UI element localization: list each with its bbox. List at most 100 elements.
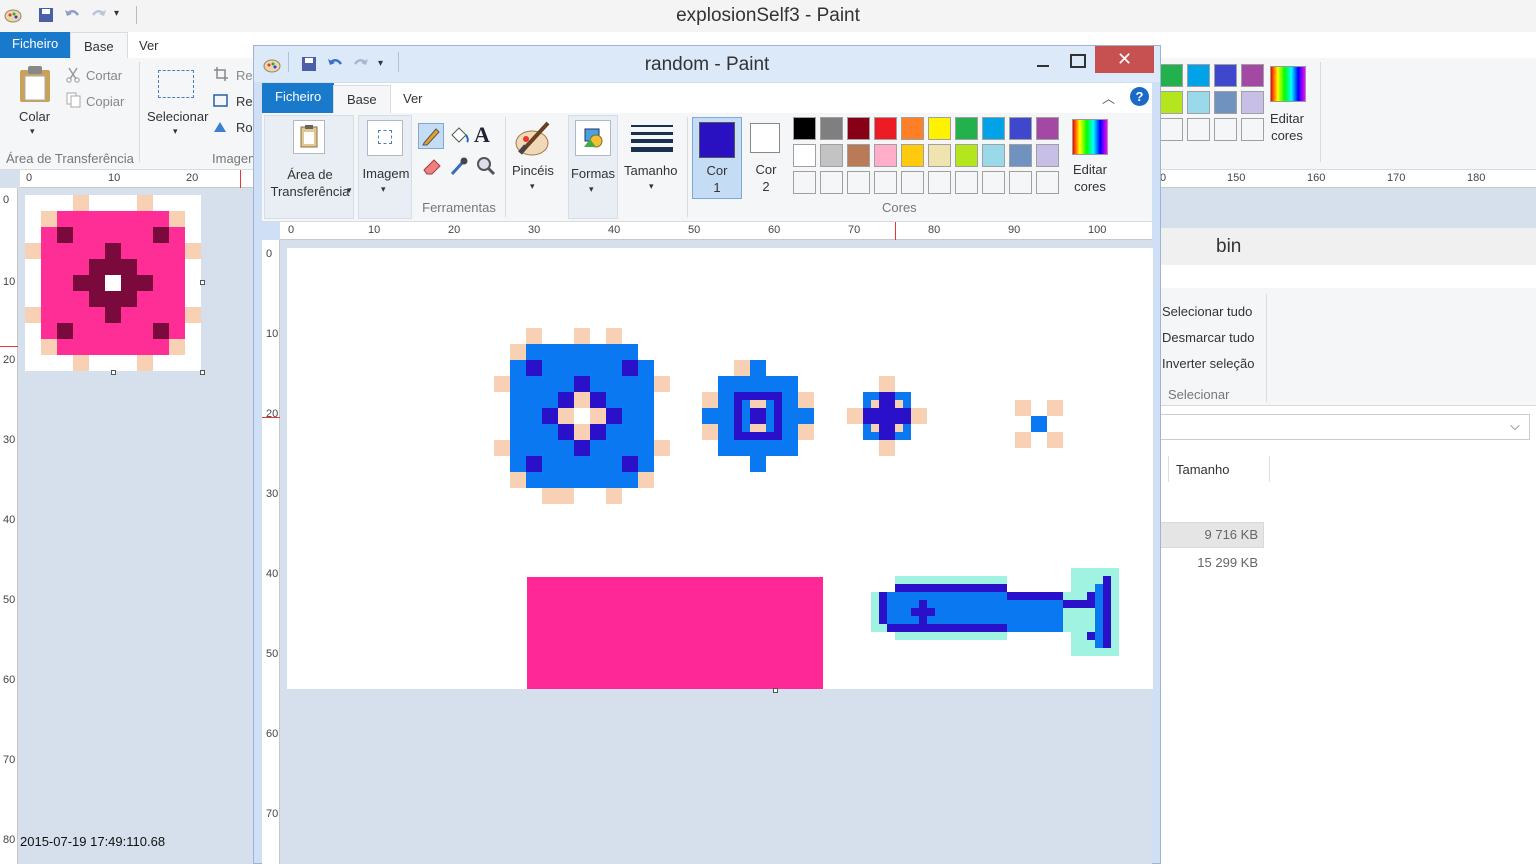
crop-icon[interactable] — [213, 66, 229, 82]
paste-dropdown-icon[interactable]: ▾ — [30, 126, 35, 137]
clipboard-dropdown-icon[interactable]: ▾ — [347, 185, 352, 196]
palette-swatch[interactable] — [1187, 64, 1210, 87]
palette-swatch[interactable] — [901, 171, 924, 194]
palette-swatch[interactable] — [874, 117, 897, 140]
resize-handle[interactable] — [200, 280, 205, 285]
address-bar[interactable] — [1158, 414, 1530, 440]
select-icon[interactable] — [158, 70, 194, 98]
deselect-all-button[interactable]: Desmarcar tudo — [1162, 330, 1254, 345]
palette-swatch[interactable] — [1187, 91, 1210, 114]
palette-swatch[interactable] — [1187, 118, 1210, 141]
rotate-icon[interactable] — [212, 118, 230, 134]
palette-swatch[interactable] — [793, 144, 816, 167]
edit-colors-icon[interactable] — [1270, 66, 1306, 102]
palette-swatch[interactable] — [1160, 118, 1183, 141]
color1-selector[interactable]: Cor 1 — [692, 117, 742, 199]
palette-swatch[interactable] — [901, 117, 924, 140]
image-dropdown-icon[interactable]: ▾ — [381, 184, 386, 195]
palette-swatch[interactable] — [1036, 144, 1059, 167]
palette-swatch[interactable] — [820, 117, 843, 140]
palette-swatch[interactable] — [955, 144, 978, 167]
select-dropdown-icon[interactable]: ▾ — [173, 126, 178, 137]
resize-handle[interactable] — [773, 688, 778, 693]
palette-swatch[interactable] — [1214, 64, 1237, 87]
clipboard-group[interactable]: Área de Transferência ▾ — [264, 115, 354, 219]
tab-home[interactable]: Base — [70, 32, 128, 58]
bg-canvas[interactable] — [25, 195, 201, 371]
help-icon[interactable]: ? — [1130, 87, 1149, 106]
select-all-button[interactable]: Selecionar tudo — [1162, 304, 1252, 319]
shapes-button[interactable]: Formas — [569, 166, 617, 181]
edit-colors-button[interactable]: Editar cores — [1270, 110, 1304, 144]
chevron-down-icon[interactable]: ⌵ — [1510, 418, 1520, 434]
palette-swatch[interactable] — [955, 117, 978, 140]
palette-swatch[interactable] — [1009, 171, 1032, 194]
crop-button[interactable]: Re — [236, 68, 253, 83]
palette-swatch[interactable] — [1009, 144, 1032, 167]
magnifier-icon[interactable] — [475, 155, 497, 177]
cut-button[interactable]: Cortar — [86, 68, 122, 83]
palette-swatch[interactable] — [1241, 91, 1264, 114]
palette-swatch[interactable] — [1214, 91, 1237, 114]
palette-swatch[interactable] — [1036, 117, 1059, 140]
palette-swatch[interactable] — [1214, 118, 1237, 141]
color2-button[interactable]: Cor 2 — [746, 161, 786, 195]
palette-swatch[interactable] — [793, 117, 816, 140]
brushes-icon[interactable] — [514, 119, 554, 159]
fill-bucket-icon[interactable] — [448, 125, 470, 147]
tab-view[interactable]: Ver — [390, 85, 436, 113]
collapse-ribbon-icon[interactable]: ︿ — [1102, 88, 1115, 107]
eraser-icon[interactable] — [421, 155, 443, 177]
shapes-group[interactable]: Formas ▾ — [568, 115, 618, 219]
copy-icon[interactable] — [66, 92, 81, 108]
image-group[interactable]: Imagem ▾ — [358, 115, 412, 219]
drawing-canvas[interactable] — [287, 248, 1153, 689]
shapes-dropdown-icon[interactable]: ▾ — [589, 184, 594, 195]
palette-swatch[interactable] — [955, 171, 978, 194]
palette-swatch[interactable] — [1241, 64, 1264, 87]
palette-swatch[interactable] — [847, 117, 870, 140]
tab-file[interactable]: Ficheiro — [262, 83, 335, 113]
line-size-icon[interactable] — [631, 123, 673, 153]
palette-swatch[interactable] — [793, 171, 816, 194]
palette-swatch[interactable] — [847, 144, 870, 167]
size-button[interactable]: Tamanho — [624, 163, 677, 178]
resize-handle[interactable] — [200, 370, 205, 375]
palette-swatch[interactable] — [1036, 171, 1059, 194]
palette-swatch[interactable] — [982, 171, 1005, 194]
resize-button[interactable]: Re — [236, 94, 253, 109]
palette-swatch[interactable] — [1160, 91, 1183, 114]
paste-button[interactable]: Colar — [19, 109, 50, 124]
edit-colors-icon[interactable] — [1072, 119, 1108, 155]
palette-swatch[interactable] — [982, 144, 1005, 167]
clipboard-button[interactable]: Área de Transferência — [265, 166, 355, 200]
tab-file[interactable]: Ficheiro — [0, 32, 71, 58]
resize-handle[interactable] — [111, 370, 116, 375]
select-button[interactable]: Selecionar — [147, 109, 208, 124]
palette-swatch[interactable] — [820, 171, 843, 194]
edit-colors-button[interactable]: Editar cores — [1066, 161, 1114, 195]
pencil-icon[interactable] — [418, 123, 444, 149]
palette-swatch[interactable] — [928, 171, 951, 194]
palette-swatch[interactable] — [1160, 64, 1183, 87]
brushes-dropdown-icon[interactable]: ▾ — [530, 181, 535, 192]
palette-swatch[interactable] — [874, 171, 897, 194]
palette-swatch[interactable] — [874, 144, 897, 167]
brushes-button[interactable]: Pincéis — [512, 163, 554, 178]
palette-swatch[interactable] — [820, 144, 843, 167]
palette-swatch[interactable] — [1241, 118, 1264, 141]
text-tool-icon[interactable]: A — [474, 122, 490, 148]
tab-home[interactable]: Base — [333, 85, 391, 113]
color-picker-icon[interactable] — [448, 155, 470, 177]
rotate-button[interactable]: Ro — [236, 120, 253, 135]
palette-swatch[interactable] — [928, 117, 951, 140]
maximize-icon[interactable] — [1069, 52, 1087, 70]
cut-icon[interactable] — [66, 67, 80, 83]
invert-selection-button[interactable]: Inverter seleção — [1162, 356, 1255, 371]
color2-swatch[interactable] — [750, 123, 780, 153]
palette-swatch[interactable] — [928, 144, 951, 167]
size-dropdown-icon[interactable]: ▾ — [649, 181, 654, 192]
paste-icon[interactable] — [18, 64, 52, 104]
copy-button[interactable]: Copiar — [86, 94, 124, 109]
palette-swatch[interactable] — [1009, 117, 1032, 140]
